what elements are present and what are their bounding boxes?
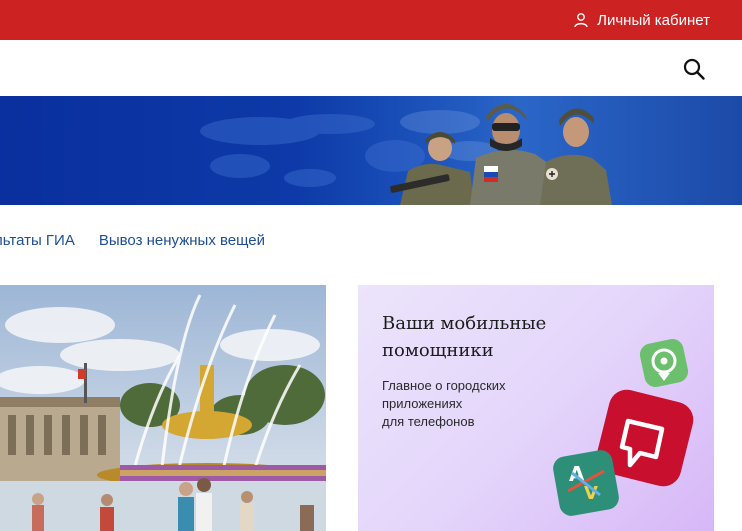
location-pin-app-icon xyxy=(639,338,689,388)
user-icon xyxy=(573,12,589,28)
av-app-icon: A V xyxy=(553,450,619,516)
personal-cabinet-label: Личный кабинет xyxy=(597,11,710,29)
news-photo-card[interactable] xyxy=(0,285,326,531)
top-bar: Личный кабинет xyxy=(0,0,742,40)
mobile-apps-promo-card[interactable]: Ваши мобильные помощники Главное о город… xyxy=(358,285,714,531)
personal-cabinet-link[interactable]: Личный кабинет xyxy=(573,0,710,40)
search-icon xyxy=(682,58,706,85)
quick-links-nav: льтаты ГИА Вывоз ненужных вещей xyxy=(0,222,265,258)
site-header xyxy=(0,40,742,96)
hero-banner[interactable] xyxy=(0,96,742,205)
nav-link-gia-results[interactable]: льтаты ГИА xyxy=(0,232,75,249)
nav-link-unwanted-items-removal[interactable]: Вывоз ненужных вещей xyxy=(99,232,265,249)
search-button[interactable] xyxy=(682,57,706,81)
